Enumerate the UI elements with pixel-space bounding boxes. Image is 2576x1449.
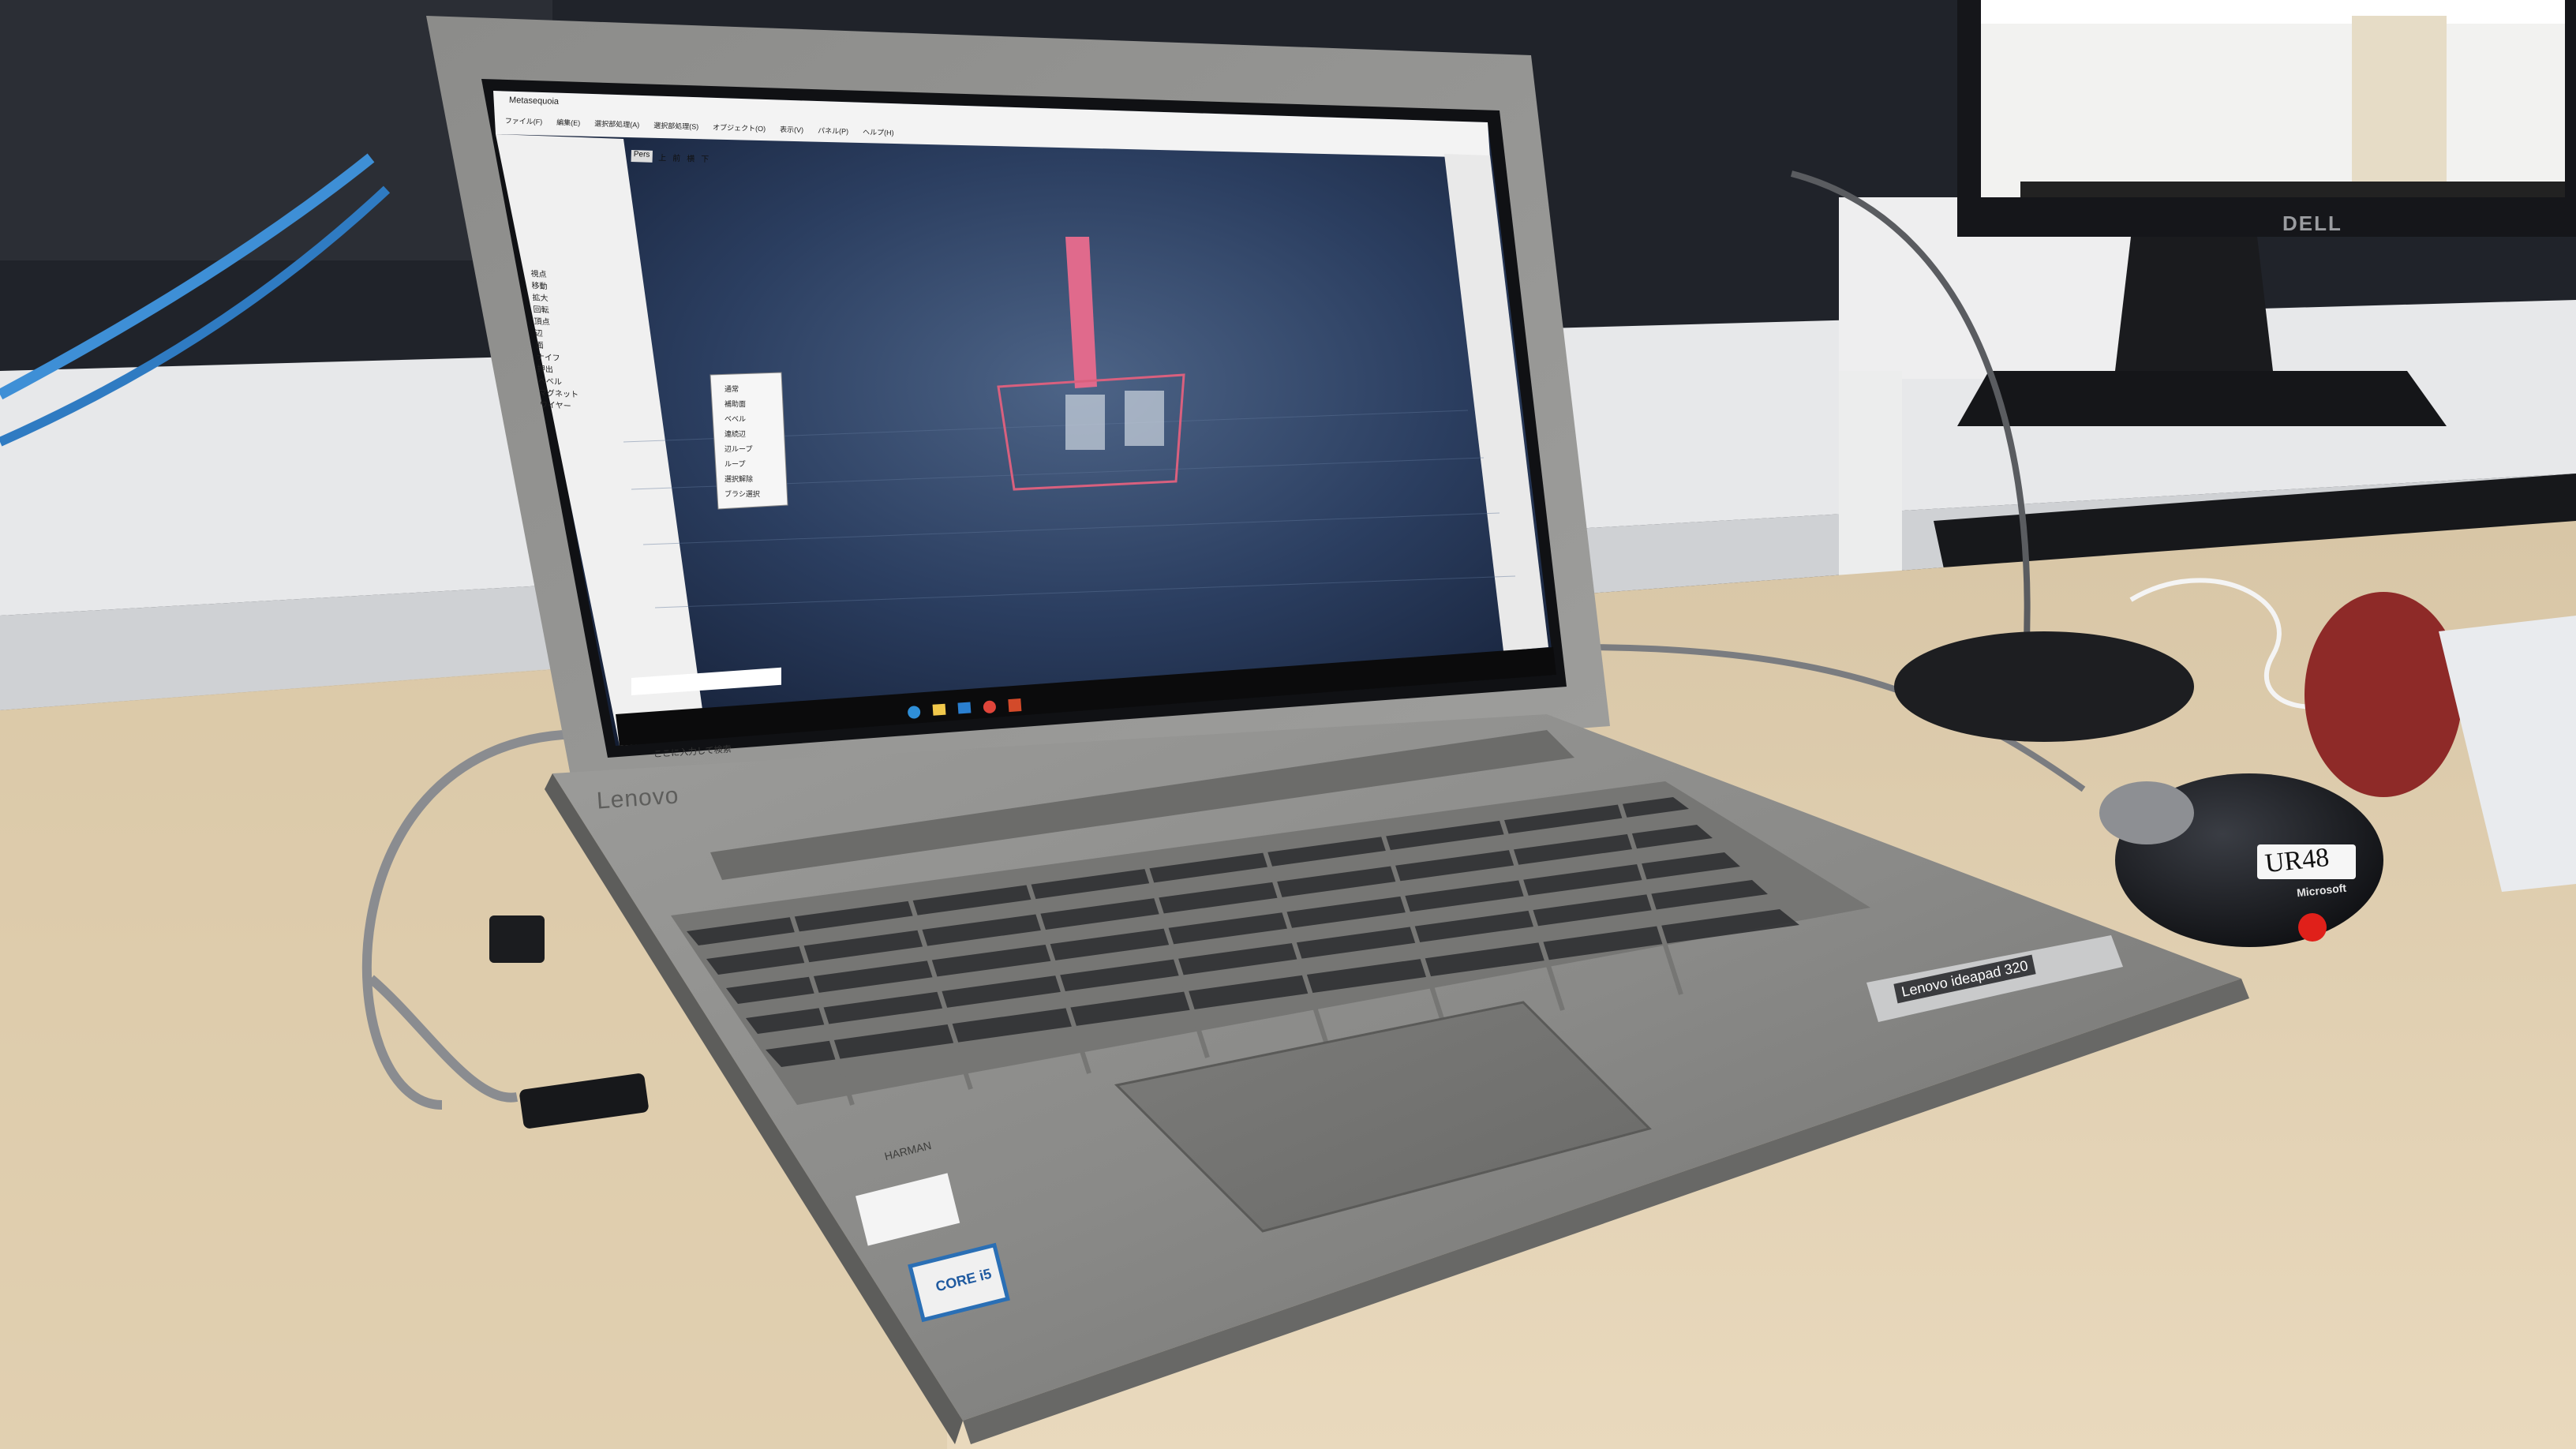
- office-icon[interactable]: [1008, 698, 1022, 713]
- menu-help[interactable]: ヘルプ(H): [863, 126, 894, 137]
- popup-item[interactable]: 通常: [724, 382, 760, 397]
- popup-item[interactable]: 連続辺: [724, 427, 760, 442]
- explorer-icon[interactable]: [932, 703, 946, 716]
- laptop-brand-logo: Lenovo: [595, 782, 680, 814]
- popup-item[interactable]: ベベル: [724, 412, 760, 427]
- popup-item[interactable]: 補助面: [724, 397, 760, 412]
- menu-edit[interactable]: 編集(E): [556, 117, 580, 128]
- tab-side[interactable]: 横: [687, 152, 695, 163]
- tool-item[interactable]: ワイヤー: [540, 399, 580, 414]
- chrome-icon[interactable]: [983, 700, 997, 714]
- mail-icon[interactable]: [957, 702, 972, 714]
- monitor-brand: DELL: [2282, 212, 2342, 235]
- menu-panel[interactable]: パネル(P): [818, 125, 848, 136]
- popup-item[interactable]: ループ: [724, 457, 760, 472]
- edge-icon[interactable]: [907, 705, 921, 720]
- menu-file[interactable]: ファイル(F): [505, 115, 543, 126]
- popup-item[interactable]: ブラシ選択: [724, 487, 760, 502]
- tab-bottom[interactable]: 下: [701, 152, 709, 164]
- menu-object[interactable]: オブジェクト(O): [713, 122, 766, 133]
- tab-front[interactable]: 前: [672, 152, 680, 163]
- tab-pers[interactable]: Pers: [631, 150, 653, 163]
- popup-item[interactable]: 選択解除: [724, 472, 760, 487]
- menu-view[interactable]: 表示(V): [780, 124, 803, 135]
- popup-item[interactable]: 辺ループ: [724, 442, 760, 457]
- photo-scene: [0, 0, 2576, 1449]
- popup-menu: 通常 補助面 ベベル 連続辺 辺ループ ループ 選択解除 ブラシ選択: [724, 382, 760, 502]
- menu-select-s[interactable]: 選択部処理(S): [653, 120, 698, 132]
- view-tabs: Pers 上 前 横 下: [631, 150, 710, 164]
- menu-select-a[interactable]: 選択部処理(A): [594, 118, 639, 130]
- window-title: Metasequoia: [508, 95, 560, 107]
- tab-top[interactable]: 上: [658, 151, 666, 163]
